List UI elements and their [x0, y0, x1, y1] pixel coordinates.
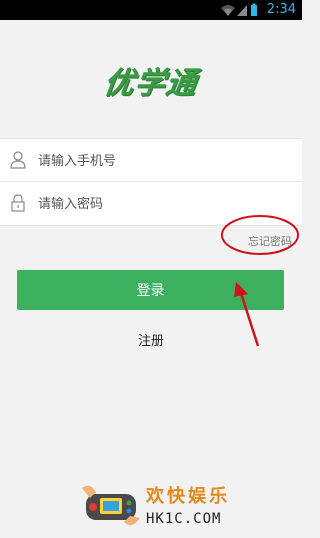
- status-icons: [221, 3, 257, 16]
- status-bar: 2:34: [0, 0, 302, 20]
- app-logo-text: 优学通: [101, 66, 200, 101]
- phone-field: [0, 139, 302, 182]
- phone-input[interactable]: [36, 147, 290, 175]
- wifi-icon: [221, 5, 235, 16]
- watermark-name: 欢快娱乐: [146, 486, 230, 507]
- watermark: 欢快娱乐 HK1C.COM: [80, 478, 240, 534]
- game-controller-icon: [82, 485, 140, 526]
- status-time: 2:34: [266, 2, 296, 17]
- watermark-url: HK1C.COM: [146, 511, 222, 527]
- lock-icon: [11, 194, 25, 212]
- app-logo: 优学通: [0, 58, 305, 102]
- forgot-password-link[interactable]: 忘记密码: [248, 233, 292, 249]
- signal-icon: [237, 5, 247, 16]
- register-link[interactable]: 注册: [0, 330, 302, 349]
- battery-icon: [251, 3, 257, 16]
- user-icon: [10, 151, 26, 169]
